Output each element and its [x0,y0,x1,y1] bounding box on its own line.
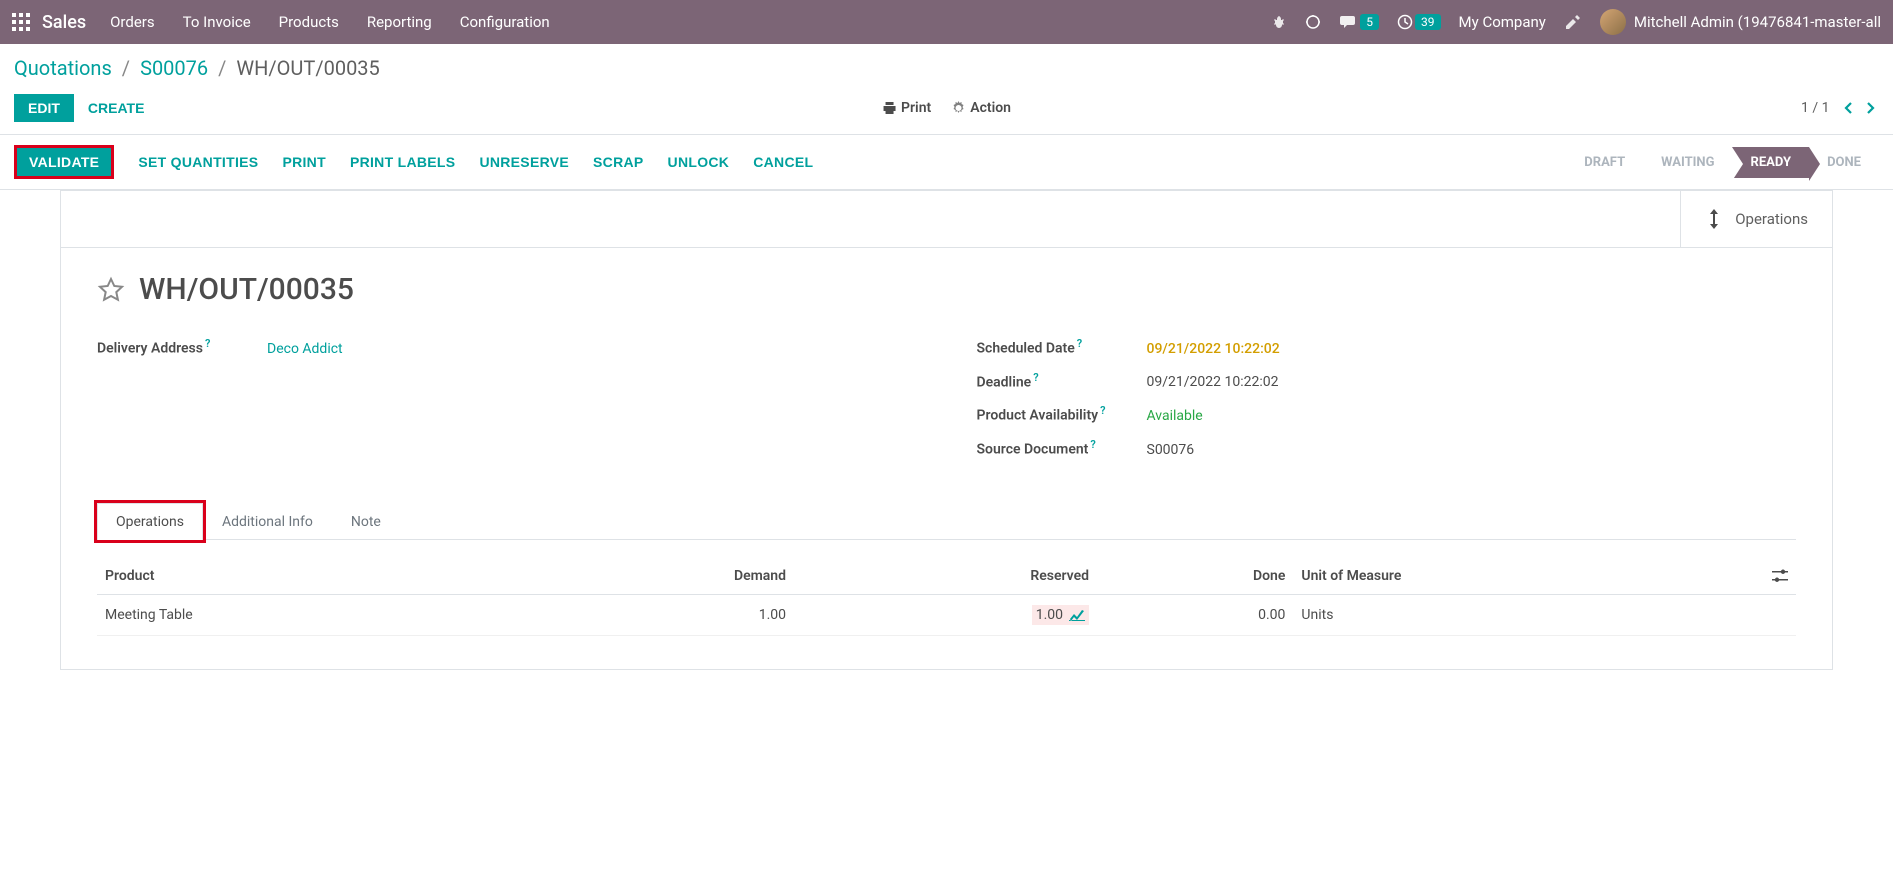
source-document-value: S00076 [1147,442,1195,458]
form-sheet: Operations WH/OUT/00035 Delivery Address… [60,190,1833,670]
activities-badge: 39 [1415,14,1441,30]
help-icon[interactable]: ? [1033,371,1038,384]
tab-operations[interactable]: Operations [97,503,203,540]
unlock-button[interactable]: UNLOCK [668,154,730,170]
help-icon[interactable]: ? [1077,337,1082,350]
help-icon[interactable]: ? [205,337,210,350]
brand-name[interactable]: Sales [42,12,86,33]
source-document-label: Source Document? [977,438,1147,458]
pager-text: 1 / 1 [1801,100,1829,116]
deadline-label: Deadline? [977,371,1147,391]
gear-icon [951,100,965,116]
scheduled-date-value: 09/21/2022 10:22:02 [1147,341,1280,357]
cell-done: 0.00 [1097,594,1293,635]
deadline-value: 09/21/2022 10:22:02 [1147,374,1279,390]
apps-icon[interactable] [12,13,30,31]
statusbar-actions: VALIDATE SET QUANTITIES PRINT PRINT LABE… [14,145,813,179]
col-uom[interactable]: Unit of Measure [1293,558,1764,595]
cell-demand: 1.00 [518,594,794,635]
pager-prev-icon[interactable] [1840,100,1858,116]
unreserve-button[interactable]: UNRESERVE [479,154,569,170]
star-icon[interactable] [97,276,125,304]
breadcrumb: Quotations / S00076 / WH/OUT/00035 [14,56,1879,80]
sliders-icon[interactable] [1772,568,1788,584]
avatar [1600,9,1626,35]
stage-ready[interactable]: READY [1732,147,1809,178]
print-button[interactable]: PRINT [282,154,326,170]
tab-note[interactable]: Note [332,503,400,540]
operations-table: Product Demand Reserved Done Unit of Mea… [97,558,1796,636]
table-row[interactable]: Meeting Table 1.00 1.00 0.00 Units [97,594,1796,635]
col-demand[interactable]: Demand [518,558,794,595]
main-menu: Orders To Invoice Products Reporting Con… [110,13,550,31]
print-dropdown[interactable]: Print [882,100,931,116]
messages-icon[interactable]: 5 [1340,14,1379,30]
availability-value: Available [1147,408,1203,424]
operations-stat-button[interactable]: Operations [1680,191,1832,247]
menu-reporting[interactable]: Reporting [367,13,432,31]
validate-button[interactable]: VALIDATE [14,145,114,179]
support-icon[interactable] [1304,13,1322,31]
updown-arrows-icon [1705,207,1723,231]
pager-next-icon[interactable] [1861,100,1879,116]
delivery-address-label: Delivery Address? [97,337,267,357]
edit-button[interactable]: EDIT [14,94,74,122]
cell-product: Meeting Table [97,594,518,635]
breadcrumb-order[interactable]: S00076 [140,56,208,80]
delivery-address-value[interactable]: Deco Addict [267,341,343,357]
col-done[interactable]: Done [1097,558,1293,595]
tab-additional-info[interactable]: Additional Info [203,503,332,540]
sheet-button-box: Operations [61,191,1832,248]
sheet-wrapper: Operations WH/OUT/00035 Delivery Address… [0,190,1893,670]
set-quantities-button[interactable]: SET QUANTITIES [138,154,258,170]
menu-orders[interactable]: Orders [110,13,155,31]
print-label: Print [901,100,931,116]
topnav-right: 5 39 My Company Mitchell Admin (19476841… [1270,9,1881,35]
messages-badge: 5 [1360,14,1379,30]
user-menu[interactable]: Mitchell Admin (19476841-master-all [1600,9,1881,35]
subheader: Quotations / S00076 / WH/OUT/00035 EDIT … [0,44,1893,122]
print-icon [882,100,896,116]
forecast-icon[interactable] [1069,607,1085,623]
col-product[interactable]: Product [97,558,518,595]
top-navbar: Sales Orders To Invoice Products Reporti… [0,0,1893,44]
menu-products[interactable]: Products [279,13,339,31]
breadcrumb-sep: / [122,56,130,80]
status-stages: DRAFT WAITING READY DONE [1566,147,1879,178]
user-name: Mitchell Admin (19476841-master-all [1634,13,1881,31]
help-icon[interactable]: ? [1090,438,1095,451]
help-icon[interactable]: ? [1100,404,1105,417]
scheduled-date-label: Scheduled Date? [977,337,1147,357]
stage-waiting[interactable]: WAITING [1643,147,1732,178]
cancel-button[interactable]: CANCEL [753,154,813,170]
action-dropdown[interactable]: Action [951,100,1011,116]
breadcrumb-current: WH/OUT/00035 [236,56,379,80]
tools-icon[interactable] [1564,13,1582,31]
availability-label: Product Availability? [977,404,1147,424]
print-labels-button[interactable]: PRINT LABELS [350,154,456,170]
title-row: WH/OUT/00035 [97,272,1796,307]
cell-uom: Units [1293,594,1764,635]
page-title: WH/OUT/00035 [139,272,354,307]
menu-to-invoice[interactable]: To Invoice [183,13,251,31]
bug-icon[interactable] [1270,14,1286,30]
col-settings[interactable] [1764,558,1796,595]
reserved-value: 1.00 [1036,607,1063,623]
cell-reserved: 1.00 [794,594,1097,635]
action-label: Action [970,100,1011,116]
stage-draft[interactable]: DRAFT [1566,147,1643,178]
toolbar: EDIT CREATE Print Action 1 / 1 [14,94,1879,122]
menu-configuration[interactable]: Configuration [460,13,550,31]
fields-grid: Delivery Address? Deco Addict Scheduled … [97,337,1796,472]
create-button[interactable]: CREATE [88,100,145,116]
breadcrumb-quotations[interactable]: Quotations [14,56,112,80]
company-name[interactable]: My Company [1459,13,1546,31]
col-reserved[interactable]: Reserved [794,558,1097,595]
breadcrumb-sep: / [218,56,226,80]
activities-icon[interactable]: 39 [1397,14,1441,30]
operations-stat-label: Operations [1735,210,1808,228]
scrap-button[interactable]: SCRAP [593,154,644,170]
statusbar: VALIDATE SET QUANTITIES PRINT PRINT LABE… [0,134,1893,190]
tabs: Operations Additional Info Note [97,502,1796,540]
